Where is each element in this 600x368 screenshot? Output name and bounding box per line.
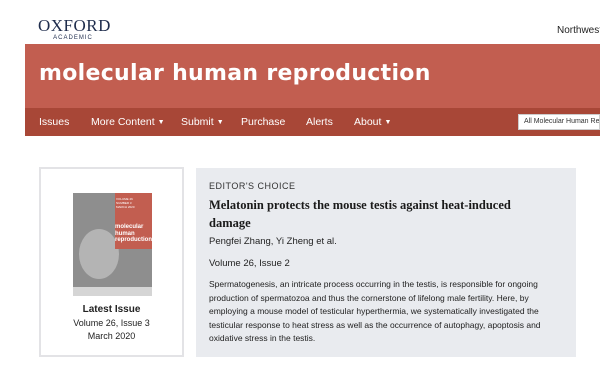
nav-item-about[interactable]: About ▼ xyxy=(354,108,391,136)
article-volume: Volume 26, Issue 2 xyxy=(209,258,290,269)
search-scope-select[interactable]: All Molecular Human Reproduction xyxy=(518,114,600,130)
main-nav: Issues More Content ▼ Submit ▼ Purchase Al… xyxy=(25,108,600,136)
nav-item-purchase[interactable]: Purchase xyxy=(241,108,285,136)
cover-issue-info: VOLUME 26 NUMBER 3 MARCH 2020 xyxy=(116,197,135,209)
journal-banner: molecular human reproduction xyxy=(25,44,600,108)
article-title-link[interactable]: Melatonin protects the mouse testis agai… xyxy=(209,196,549,232)
nav-item-submit[interactable]: Submit ▼ xyxy=(181,108,224,136)
nav-item-issues[interactable]: Issues xyxy=(39,108,69,136)
nav-item-label: Issues xyxy=(39,116,70,128)
article-abstract: Spermatogenesis, an intricate process oc… xyxy=(209,279,541,343)
nav-item-more-content[interactable]: More Content ▼ xyxy=(91,108,165,136)
cover-title: molecular human reproduction xyxy=(115,224,152,243)
article-authors: Pengfei Zhang, Yi Zheng et al. xyxy=(209,236,337,247)
nav-item-label: Purchase xyxy=(241,116,286,128)
latest-issue-card[interactable]: VOLUME 26 NUMBER 3 MARCH 2020 molecular hu… xyxy=(39,167,184,357)
nav-item-alerts[interactable]: Alerts xyxy=(306,108,333,136)
logo-wordmark: OXFORD xyxy=(38,16,111,35)
chevron-down-icon: ▼ xyxy=(157,119,165,126)
latest-issue-date: March 2020 xyxy=(87,331,136,341)
institution-link[interactable]: Northwestern xyxy=(557,25,600,36)
nav-item-label: About xyxy=(354,116,382,128)
chevron-down-icon: ▼ xyxy=(384,119,392,126)
latest-issue-heading[interactable]: Latest Issue xyxy=(41,304,182,315)
chevron-down-icon: ▼ xyxy=(216,119,224,126)
issue-cover-image[interactable]: VOLUME 26 NUMBER 3 MARCH 2020 molecular hu… xyxy=(73,193,152,296)
page-scrollbar[interactable] xyxy=(594,136,600,368)
cover-illustration xyxy=(79,229,119,279)
nav-item-label: Submit xyxy=(181,116,214,128)
nav-item-label: Alerts xyxy=(306,116,333,128)
nav-item-label: More Content xyxy=(91,116,155,128)
cover-footer xyxy=(73,287,152,296)
section-label: EDITOR'S CHOICE xyxy=(209,181,296,191)
journal-title[interactable]: molecular human reproduction xyxy=(39,61,431,86)
editors-choice-card: EDITOR'S CHOICE Melatonin protects the m… xyxy=(196,168,576,357)
top-bar: OXFORD ACADEMIC Northwestern xyxy=(0,0,600,44)
logo-subtitle: ACADEMIC xyxy=(53,35,93,41)
oxford-academic-logo[interactable]: OXFORD ACADEMIC xyxy=(38,17,118,41)
latest-issue-volume: Volume 26, Issue 3 xyxy=(73,318,150,328)
